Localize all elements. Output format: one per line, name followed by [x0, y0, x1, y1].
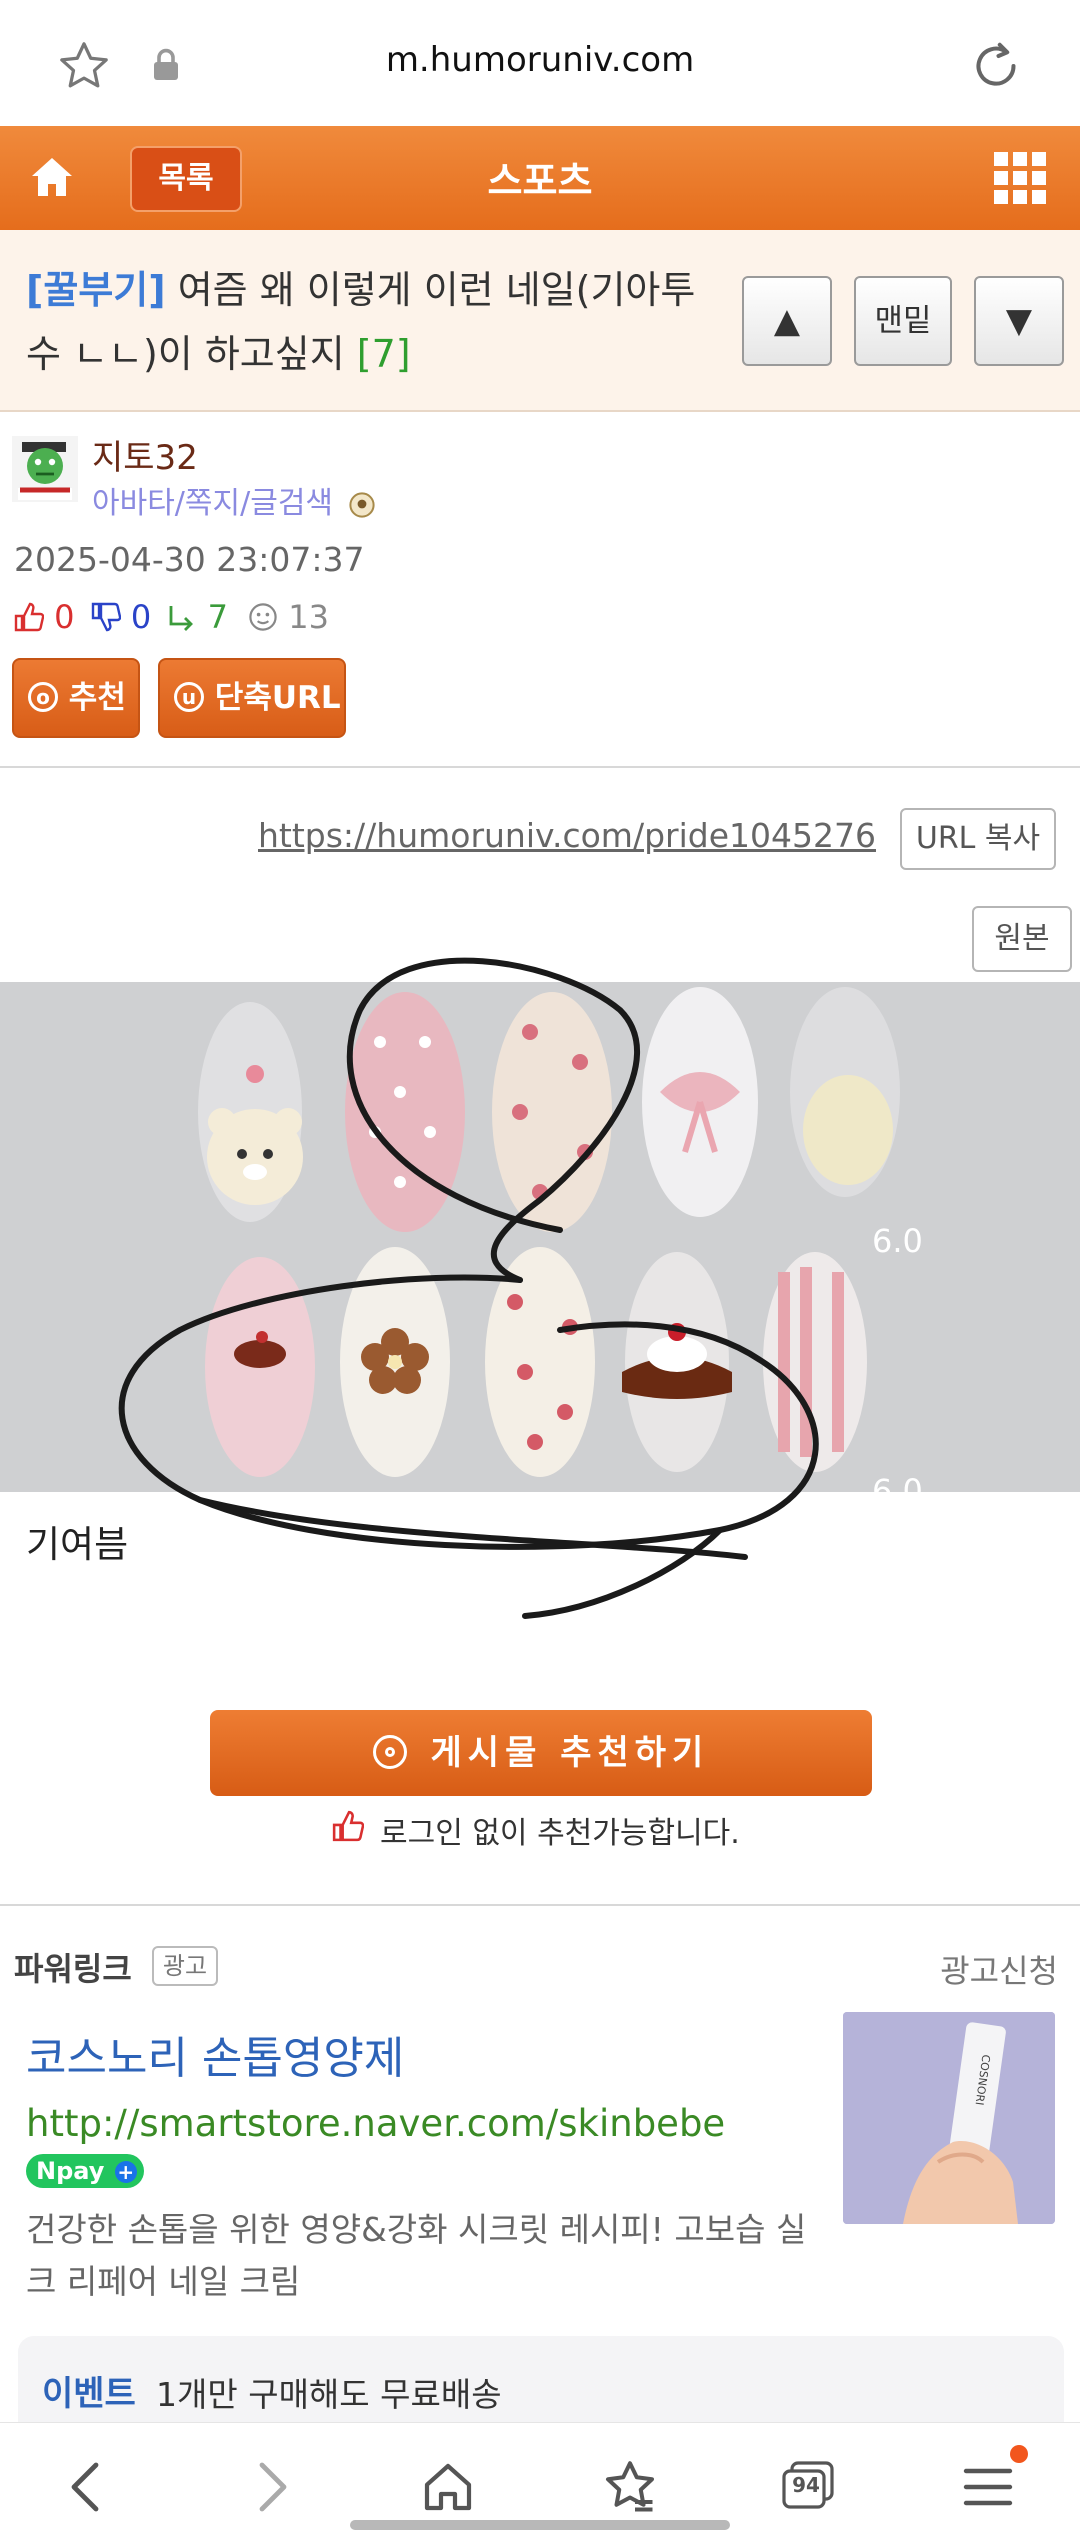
- author-links[interactable]: 아바타/쪽지/글검색: [92, 478, 375, 522]
- npay-label: Npay: [36, 2157, 105, 2185]
- list-button[interactable]: 목록: [130, 146, 242, 212]
- comment-total: 7: [207, 598, 228, 636]
- scroll-up-button[interactable]: ▲: [742, 276, 832, 366]
- view-count: 13: [288, 598, 329, 636]
- copy-url-button[interactable]: URL 복사: [900, 808, 1056, 870]
- ad-apply-link[interactable]: 광고신청: [940, 1946, 1058, 1992]
- short-url-button[interactable]: u 단축URL: [158, 658, 346, 738]
- bookmarks-icon[interactable]: [600, 2457, 660, 2517]
- home-icon[interactable]: [420, 2459, 476, 2515]
- badge-icon: [348, 491, 375, 518]
- post-body-text: 기여븜: [26, 1523, 129, 1566]
- post-title[interactable]: [꿀부기] 여즘 왜 이렇게 이런 네일(기아투수 ㄴㄴ)이 하고싶지 [7]: [26, 258, 726, 386]
- comment-count: [7]: [356, 332, 411, 376]
- views-icon: [249, 603, 277, 631]
- recommend-post-button[interactable]: 게시물 추천하기: [210, 1710, 872, 1796]
- ad-product-image[interactable]: COSNORI: [843, 2012, 1055, 2224]
- recommend-small-button[interactable]: o 추천: [12, 658, 140, 738]
- login-note: 로그인 없이 추천가능합니다.: [380, 1816, 740, 1851]
- tabs-count: 94: [792, 2473, 820, 2497]
- thumbs-up-icon: [332, 1810, 364, 1842]
- refresh-icon[interactable]: [966, 36, 1026, 96]
- author-links-text: 아바타/쪽지/글검색: [92, 486, 334, 521]
- scroll-bottom-button[interactable]: 맨밑: [854, 276, 952, 366]
- board-title: 스포츠: [487, 159, 593, 203]
- product-tube-icon: COSNORI: [843, 2012, 1055, 2224]
- npay-badge: Npay +: [26, 2154, 144, 2188]
- post-stats: 0 0 7 13: [14, 596, 329, 636]
- back-icon[interactable]: [66, 2459, 106, 2515]
- ad-description[interactable]: 건강한 손톱을 위한 영양&강화 시크릿 레시피! 고보습 실크 리페어 네일 …: [26, 2204, 826, 2308]
- avatar[interactable]: [12, 436, 78, 502]
- ad-badge: 광고: [152, 1946, 218, 1986]
- short-url-label: 단축URL: [214, 680, 341, 716]
- browser-address-bar: m.humoruniv.com: [0, 0, 1080, 126]
- up-arrow-icon: ▲: [773, 301, 801, 341]
- thumbs-up-icon[interactable]: [14, 602, 45, 632]
- dislike-count: 0: [130, 598, 152, 636]
- event-label: 이벤트: [42, 2374, 136, 2414]
- divider: [0, 1904, 1080, 1906]
- comment-arrow-icon: [170, 606, 194, 631]
- grid-menu-icon[interactable]: [994, 152, 1046, 204]
- down-arrow-icon: ▼: [1005, 301, 1033, 341]
- event-text: 1개만 구매해도 무료배송: [156, 2375, 502, 2414]
- home-indicator: [350, 2520, 730, 2530]
- forward-icon[interactable]: [252, 2459, 292, 2515]
- recommend-post-label: 게시물 추천하기: [430, 1733, 710, 1773]
- scribble-overlay: [118, 957, 819, 1619]
- notification-dot: [1010, 2445, 1028, 2463]
- ad-url[interactable]: http://smartstore.naver.com/skinbebe: [26, 2102, 725, 2145]
- thumbs-down-icon[interactable]: [91, 602, 121, 632]
- plus-icon: +: [114, 2161, 137, 2183]
- author-name[interactable]: 지토32: [92, 430, 198, 479]
- site-header: 목록 스포츠: [0, 126, 1080, 230]
- tabs-icon[interactable]: 94: [780, 2459, 836, 2513]
- recommend-circle-icon: o: [28, 681, 58, 712]
- post-date: 2025-04-30 23:07:37: [14, 540, 365, 579]
- home-icon[interactable]: [30, 156, 74, 198]
- address-url[interactable]: m.humoruniv.com: [0, 40, 1080, 80]
- like-count: 0: [54, 598, 75, 636]
- divider: [0, 766, 1080, 768]
- ad-section-label: 파워링크: [14, 1950, 132, 1988]
- post-category: [꿀부기]: [26, 268, 166, 312]
- recommend-circle-icon: [372, 1734, 407, 1769]
- menu-icon[interactable]: [960, 2461, 1020, 2513]
- recommend-small-label: 추천: [68, 680, 126, 716]
- post-short-link[interactable]: https://humoruniv.com/pride1045276: [258, 816, 876, 855]
- scroll-down-button[interactable]: ▼: [974, 276, 1064, 366]
- short-url-circle-icon: u: [174, 681, 204, 712]
- post-title-band: [꿀부기] 여즘 왜 이렇게 이런 네일(기아투수 ㄴㄴ)이 하고싶지 [7] …: [0, 230, 1080, 412]
- ad-title[interactable]: 코스노리 손톱영양제: [26, 2022, 404, 2086]
